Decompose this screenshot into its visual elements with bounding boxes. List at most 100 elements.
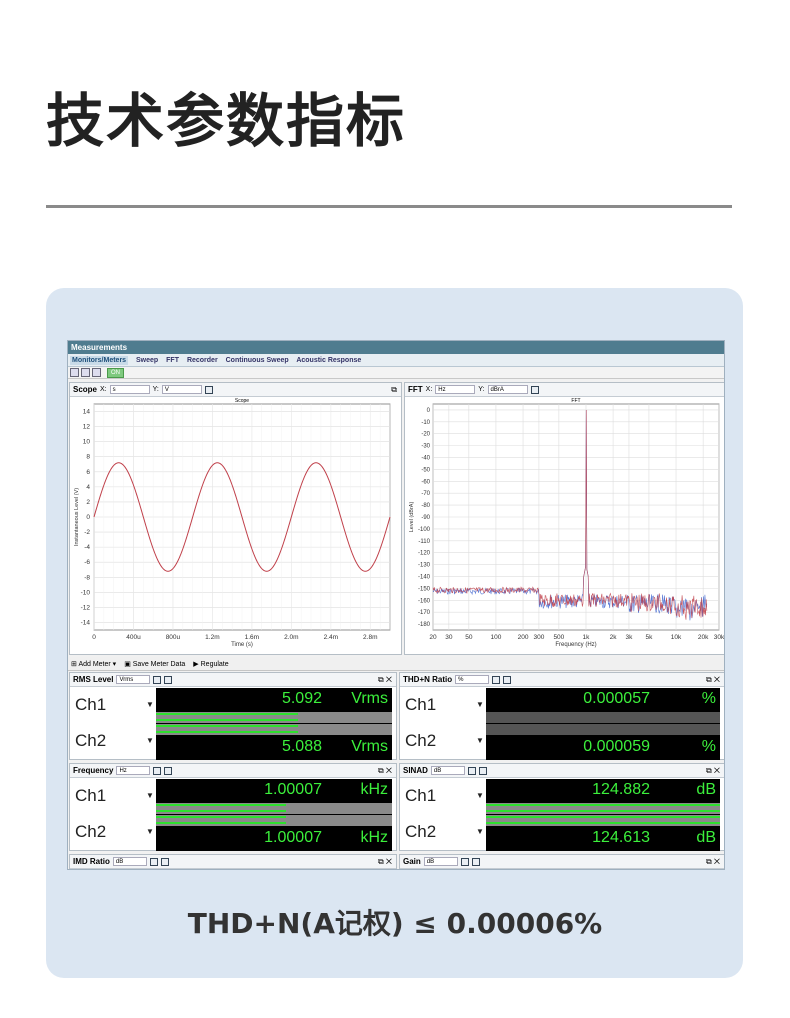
regulate-button[interactable]: ▶ Regulate <box>193 660 228 668</box>
popout-icon[interactable]: ⧉ <box>706 766 712 775</box>
x-tick-label: 200 <box>518 634 529 641</box>
meter-header: Gain dB ⧉ ✕ <box>400 855 724 869</box>
add-meter-label: Add Meter <box>78 660 111 668</box>
close-icon[interactable]: ✕ <box>386 766 392 775</box>
meter-settings-icon[interactable] <box>149 857 158 866</box>
y-tick-label: 6 <box>86 469 90 476</box>
close-icon[interactable]: ✕ <box>714 766 720 775</box>
popout-icon[interactable]: ⧉ <box>391 385 397 395</box>
meter-row: Ch1 ▼ 124.882 dB <box>400 779 724 815</box>
fft-header: FFT X: Hz Y: dBrA <box>405 383 724 397</box>
meter-unit-select[interactable]: dB <box>430 766 465 775</box>
channel-label: Ch1 <box>405 786 437 805</box>
close-icon[interactable]: ✕ <box>386 857 392 866</box>
meter-unit: Vrms <box>351 738 388 755</box>
scope-y-select[interactable]: V <box>161 385 202 394</box>
level-bar-fill <box>156 816 286 818</box>
meter-row: Ch1 ▼ 1.00007 kHz <box>70 779 398 815</box>
on-toggle[interactable]: ON <box>107 367 124 378</box>
y-tick-label: -10 <box>421 420 430 426</box>
popout-icon[interactable]: ⧉ <box>706 857 712 866</box>
scope-x-select[interactable]: s <box>109 385 150 394</box>
fft-x-select[interactable]: Hz <box>435 385 476 394</box>
scope-header: Scope X: s Y: V ⧉ <box>70 383 401 397</box>
layout-icon[interactable] <box>70 368 79 377</box>
channel-dropdown-icon[interactable]: ▼ <box>476 791 484 800</box>
meter-value: 1.00007 <box>264 829 322 846</box>
y-tick-label: -2 <box>84 529 90 536</box>
tab-sweep[interactable]: Sweep <box>136 357 158 364</box>
meter-config-icon[interactable] <box>503 675 512 684</box>
x-tick-label: 50 <box>465 634 473 641</box>
meter-settings-icon[interactable] <box>153 766 162 775</box>
meter-row: Ch2 ▼ 5.088 Vrms <box>70 724 398 760</box>
y-tick-label: -120 <box>418 551 431 557</box>
meter-panel: IMD Ratio dB ⧉ ✕ <box>69 854 397 869</box>
caption: THD+N(A记权) ≤ 0.00006% <box>187 907 603 940</box>
tab-fft[interactable]: FFT <box>166 357 179 364</box>
meter-config-icon[interactable] <box>471 857 480 866</box>
tab-continuous-sweep[interactable]: Continuous Sweep <box>226 357 289 364</box>
meter-unit-select[interactable]: Vrms <box>116 675 151 684</box>
grid-icon[interactable] <box>81 368 90 377</box>
x-tick-label: 2k <box>610 634 618 641</box>
page-title: 技术参数指标 <box>46 87 407 155</box>
meter-settings-icon[interactable] <box>153 675 162 684</box>
y-tick-label: 4 <box>86 484 90 491</box>
meter-config-icon[interactable] <box>478 766 487 775</box>
popout-icon[interactable]: ⧉ <box>378 857 384 866</box>
meter-unit-select[interactable]: Hz <box>116 766 151 775</box>
x-tick-label: 2.0m <box>284 634 298 641</box>
level-bar-fill <box>156 719 298 721</box>
meter-settings-icon[interactable] <box>460 857 469 866</box>
popout-icon[interactable]: ⧉ <box>378 675 384 684</box>
meter-config-icon[interactable] <box>164 766 173 775</box>
fft-settings-icon[interactable] <box>530 385 539 394</box>
tab-recorder[interactable]: Recorder <box>187 357 218 364</box>
meter-config-icon[interactable] <box>160 857 169 866</box>
x-tick-label: 1k <box>583 634 591 641</box>
channel-dropdown-icon[interactable]: ▼ <box>476 700 484 709</box>
add-meter-button[interactable]: ⊞ Add Meter ▾ <box>71 660 116 668</box>
meter-settings-icon[interactable] <box>467 766 476 775</box>
close-icon[interactable]: ✕ <box>386 675 392 684</box>
channel-dropdown-icon[interactable]: ▼ <box>146 827 154 836</box>
meter-panel: RMS Level Vrms ⧉ ✕ Ch1 ▼ 5.092 Vrms Ch2 … <box>69 672 397 760</box>
meter-header: Frequency Hz ⧉ ✕ <box>70 764 396 778</box>
meter-config-icon[interactable] <box>164 675 173 684</box>
level-bar-fill <box>486 804 720 806</box>
popout-icon[interactable]: ⧉ <box>378 766 384 775</box>
tab-monitors-meters[interactable]: Monitors/Meters <box>70 356 129 365</box>
channel-dropdown-icon[interactable]: ▼ <box>476 827 484 836</box>
close-icon[interactable]: ✕ <box>714 857 720 866</box>
meter-display: 5.092 Vrms <box>156 688 392 724</box>
close-icon[interactable]: ✕ <box>714 675 720 684</box>
save-meter-data-button[interactable]: ▣ Save Meter Data <box>124 660 185 668</box>
meter-panel: SINAD dB ⧉ ✕ Ch1 ▼ 124.882 dB Ch2 ▼ 124.… <box>399 763 724 851</box>
y-tick-label: -50 <box>421 467 430 473</box>
tab-acoustic-response[interactable]: Acoustic Response <box>296 357 361 364</box>
meter-value: 124.882 <box>592 781 650 798</box>
app-window: Measurements Monitors/Meters Sweep FFT R… <box>67 340 725 870</box>
channel-dropdown-icon[interactable]: ▼ <box>146 700 154 709</box>
x-tick-label: 5k <box>645 634 653 641</box>
x-tick-label: 400u <box>126 634 141 641</box>
fft-y-label: Y: <box>478 386 485 393</box>
y-tick-label: -20 <box>421 432 430 438</box>
settings-icon[interactable] <box>92 368 101 377</box>
scope-title: Scope <box>73 385 98 394</box>
meter-unit-select[interactable]: dB <box>423 857 458 866</box>
meter-title: Frequency <box>73 766 114 775</box>
popout-icon[interactable]: ⧉ <box>706 675 712 684</box>
meter-panel: THD+N Ratio % ⧉ ✕ Ch1 ▼ 0.000057 % Ch2 ▼… <box>399 672 724 760</box>
scope-settings-icon[interactable] <box>204 385 213 394</box>
level-bar-fill <box>156 725 298 727</box>
channel-dropdown-icon[interactable]: ▼ <box>146 791 154 800</box>
fft-y-select[interactable]: dBrA <box>487 385 528 394</box>
channel-dropdown-icon[interactable]: ▼ <box>146 736 154 745</box>
meter-settings-icon[interactable] <box>492 675 501 684</box>
channel-dropdown-icon[interactable]: ▼ <box>476 736 484 745</box>
meter-window-controls: ⧉ ✕ <box>378 675 392 685</box>
meter-unit-select[interactable]: % <box>455 675 490 684</box>
meter-unit-select[interactable]: dB <box>112 857 147 866</box>
